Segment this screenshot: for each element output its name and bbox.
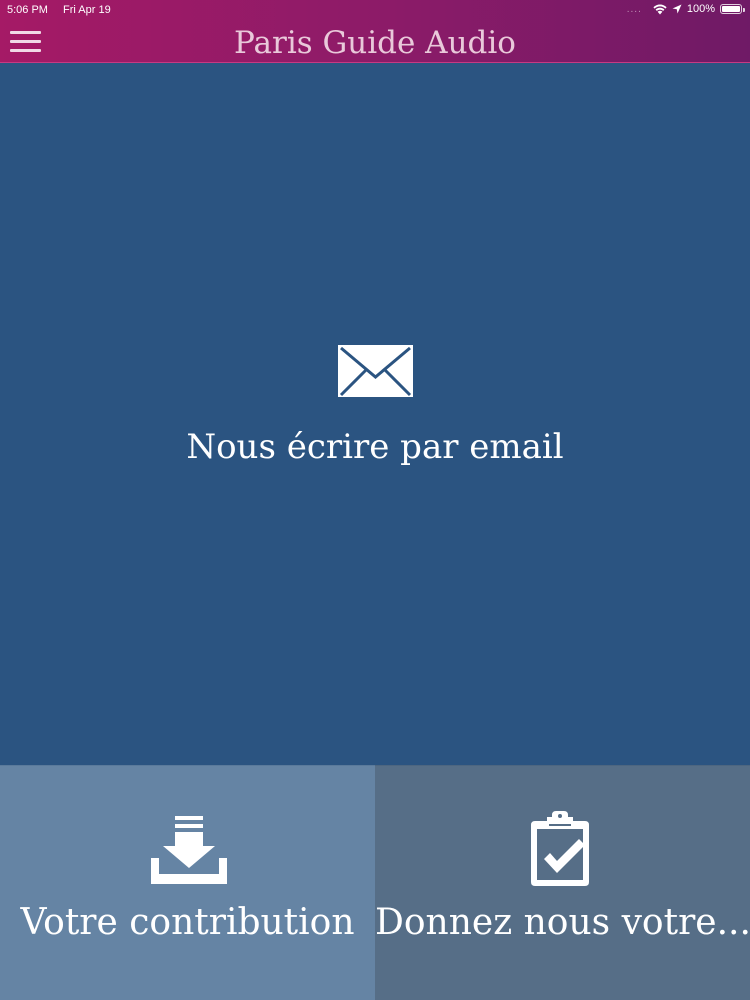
status-time: 5:06 PM	[7, 4, 48, 16]
email-us-button[interactable]: Nous écrire par email	[0, 63, 750, 765]
contribution-label: Votre contribution	[20, 902, 355, 943]
page-title: Paris Guide Audio	[234, 25, 516, 61]
battery-icon	[720, 4, 745, 14]
status-indicators: .... 100%	[626, 3, 745, 15]
status-date: Fri Apr 19	[63, 4, 111, 16]
envelope-icon	[338, 345, 413, 397]
download-tray-icon	[151, 816, 227, 884]
feedback-label: Donnez nous votre...	[375, 902, 750, 943]
email-us-label: Nous écrire par email	[186, 427, 564, 467]
contribution-tile[interactable]: Votre contribution	[0, 765, 375, 1000]
status-bar: 5:06 PM Fri Apr 19 .... 100%	[0, 0, 750, 20]
battery-percentage: 100%	[686, 3, 715, 15]
feedback-tile[interactable]: Donnez nous votre...	[375, 765, 750, 1000]
wifi-icon	[653, 4, 667, 14]
clipboard-check-icon	[531, 811, 589, 886]
signal-dots: ....	[626, 3, 642, 15]
location-arrow-icon	[672, 4, 682, 14]
